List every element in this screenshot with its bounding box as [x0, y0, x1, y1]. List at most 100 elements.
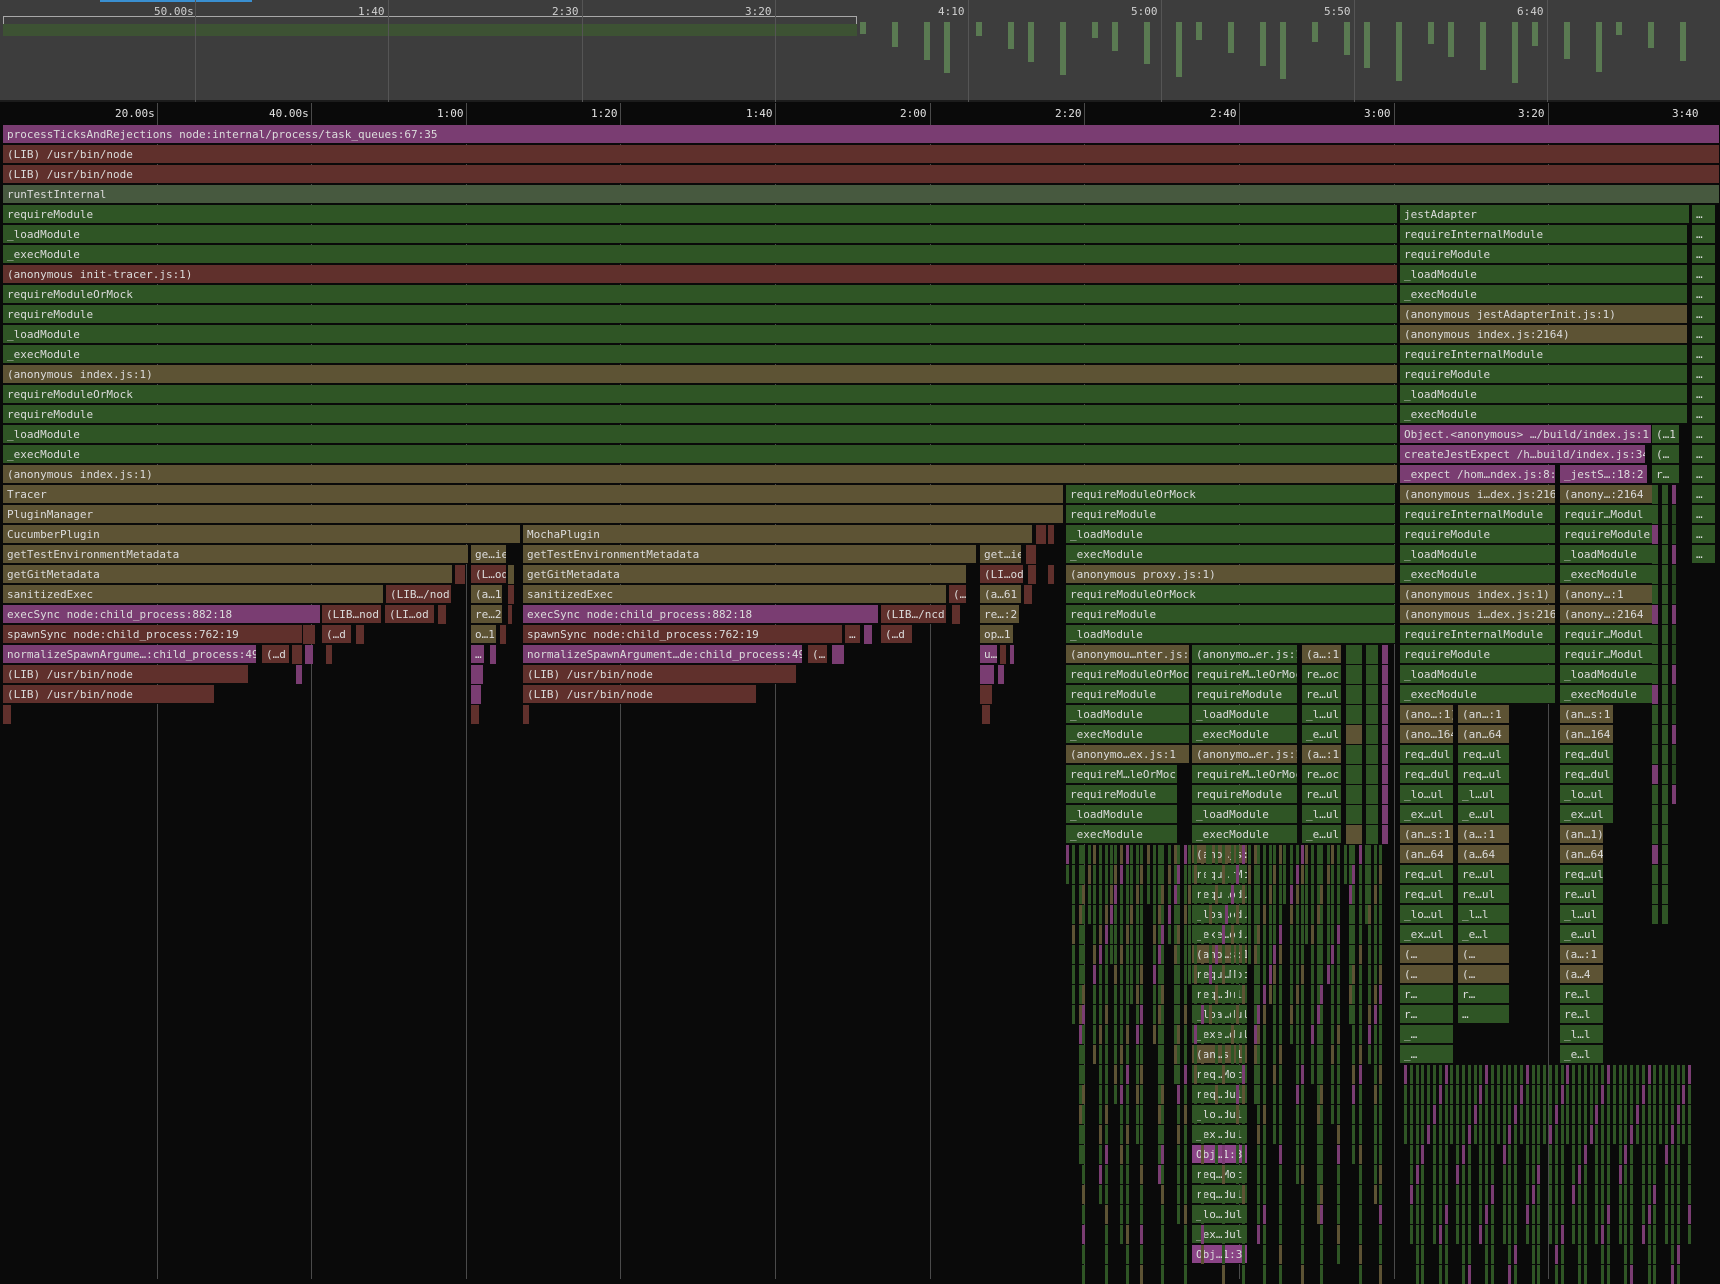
flame-frame-sliver[interactable] [1177, 885, 1180, 904]
flame-frame-sliver[interactable] [1665, 1125, 1668, 1144]
flame-frame-sliver[interactable] [1561, 1125, 1564, 1144]
flame-frame-sliver[interactable] [1242, 1105, 1245, 1124]
flame-frame-sliver[interactable] [1248, 885, 1251, 904]
flame-frame-sliver[interactable] [1093, 1005, 1096, 1024]
flame-frame-sliver[interactable] [1532, 1065, 1535, 1084]
flame-frame-sliver[interactable] [1374, 1145, 1377, 1164]
flame-frame-sliver[interactable] [1140, 885, 1143, 904]
flame-frame-sliver[interactable] [1662, 605, 1668, 624]
flame-frame-sliver[interactable] [1468, 1265, 1471, 1284]
flame-frame-sliver[interactable] [1359, 1265, 1362, 1284]
flame-frame-sliver[interactable] [1257, 845, 1260, 864]
flame-frame-sliver[interactable] [1209, 885, 1212, 904]
flame-frame-sliver[interactable] [1416, 1205, 1419, 1224]
flame-frame-sliver[interactable] [1161, 1085, 1164, 1104]
flame-frame-sliver[interactable] [1331, 865, 1334, 884]
flame-frame-sliver[interactable] [1201, 1245, 1204, 1264]
flame-frame[interactable]: u… [980, 645, 998, 664]
flame-frame-sliver[interactable] [1301, 1065, 1304, 1084]
flame-frame-sliver[interactable] [1184, 925, 1187, 944]
flame-frame-sliver[interactable] [1462, 1165, 1465, 1184]
flame-frame-sliver[interactable] [1346, 705, 1362, 724]
flame-frame-sliver[interactable] [1379, 1125, 1382, 1144]
flame-frame-sliver[interactable] [1263, 985, 1266, 1004]
flame-frame-sliver[interactable] [1416, 1185, 1419, 1204]
flame-frame[interactable]: _execModule [1560, 685, 1658, 704]
flame-frame-sliver[interactable] [1110, 845, 1113, 864]
flame-frame-sliver[interactable] [1161, 1065, 1164, 1084]
flame-frame-sliver[interactable] [1520, 1105, 1523, 1124]
flame-frame-sliver[interactable] [1379, 925, 1382, 944]
flame-frame[interactable]: normalizeSpawnArgument…de:child_process:… [523, 645, 803, 664]
flame-frame-sliver[interactable] [1421, 1165, 1424, 1184]
flame-frame-sliver[interactable] [1301, 1165, 1304, 1184]
flame-frame-sliver[interactable] [1652, 865, 1658, 884]
flame-frame[interactable]: (a…:1 [1560, 945, 1604, 964]
flame-frame[interactable]: (LI…od [385, 605, 435, 624]
flame-frame-sliver[interactable] [1305, 865, 1308, 884]
flame-frame-sliver[interactable] [1561, 1185, 1564, 1204]
flame-frame-sliver[interactable] [1468, 1125, 1471, 1144]
flame-frame-sliver[interactable] [1346, 825, 1362, 844]
flame-frame-sliver[interactable] [1508, 1245, 1511, 1264]
flame-frame-sliver[interactable] [1537, 1165, 1540, 1184]
flame-frame[interactable]: requir…Modul [1560, 505, 1658, 524]
flame-frame-sliver[interactable] [1301, 1145, 1304, 1164]
flame-frame-sliver[interactable] [1201, 885, 1204, 904]
flame-frame-sliver[interactable] [1036, 525, 1046, 544]
flame-frame-sliver[interactable] [1222, 1105, 1225, 1124]
flame-frame-sliver[interactable] [1105, 1105, 1108, 1124]
flame-frame-sliver[interactable] [1105, 905, 1108, 924]
flame-frame-sliver[interactable] [1677, 1185, 1680, 1204]
flame-frame-sliver[interactable] [1215, 885, 1218, 904]
flame-frame-sliver[interactable] [1379, 1245, 1382, 1264]
flame-frame[interactable]: (anonymous proxy.js:1) [1066, 565, 1396, 584]
flame-frame-sliver[interactable] [1359, 1165, 1362, 1184]
flame-frame-sliver[interactable] [1305, 845, 1308, 864]
flame-frame-sliver[interactable] [1296, 1165, 1299, 1184]
flame-frame-sliver[interactable] [1263, 1105, 1266, 1124]
flame-frame-sliver[interactable] [1537, 1085, 1540, 1104]
flame-frame-sliver[interactable] [1421, 1185, 1424, 1204]
flame-frame-sliver[interactable] [1147, 865, 1150, 884]
flame-frame-sliver[interactable] [1503, 1085, 1506, 1104]
flame-frame[interactable]: … [1692, 205, 1716, 224]
flame-frame-sliver[interactable] [1257, 1065, 1260, 1084]
flame-frame-sliver[interactable] [1659, 1105, 1662, 1124]
flame-frame-sliver[interactable] [1601, 1165, 1604, 1184]
flame-frame-sliver[interactable] [1257, 1145, 1260, 1164]
flame-frame-sliver[interactable] [1359, 1145, 1362, 1164]
flame-frame-sliver[interactable] [1665, 1105, 1668, 1124]
flame-frame[interactable]: requireM…leOrMoc [1192, 765, 1298, 784]
flame-frame-sliver[interactable] [1672, 665, 1676, 684]
flame-frame-sliver[interactable] [1320, 1005, 1323, 1024]
flame-frame-sliver[interactable] [1555, 1065, 1558, 1084]
flame-frame-sliver[interactable] [1140, 965, 1143, 984]
flame-frame-sliver[interactable] [1337, 905, 1340, 924]
flame-frame-sliver[interactable] [1630, 1145, 1633, 1164]
flame-frame[interactable]: _execModule [1066, 545, 1396, 564]
flame-frame-sliver[interactable] [1177, 1065, 1180, 1084]
flame-frame[interactable]: runTestInternal [3, 185, 1720, 204]
flame-frame-sliver[interactable] [500, 625, 506, 644]
flame-frame-sliver[interactable] [1662, 725, 1668, 744]
flame-frame-sliver[interactable] [1201, 865, 1204, 884]
flame-frame-sliver[interactable] [1099, 845, 1102, 864]
flame-frame-sliver[interactable] [1140, 985, 1143, 1004]
flame-frame-sliver[interactable] [1359, 1225, 1362, 1244]
flame-frame-sliver[interactable] [1374, 1085, 1377, 1104]
flame-frame-sliver[interactable] [1630, 1265, 1633, 1284]
flame-frame[interactable]: (… [949, 585, 967, 604]
flame-frame-sliver[interactable] [471, 665, 483, 684]
flame-frame-sliver[interactable] [1366, 705, 1378, 724]
flame-frame-sliver[interactable] [1642, 1145, 1645, 1164]
flame-frame-sliver[interactable] [1561, 1085, 1564, 1104]
flame-frame[interactable]: … [1692, 385, 1716, 404]
flame-frame-sliver[interactable] [1301, 905, 1304, 924]
flame-frame-sliver[interactable] [1327, 965, 1330, 984]
flame-frame-sliver[interactable] [1421, 1245, 1424, 1264]
flame-frame-sliver[interactable] [1153, 945, 1156, 964]
flame-frame-sliver[interactable] [1194, 885, 1197, 904]
flame-frame-sliver[interactable] [1105, 965, 1108, 984]
flame-frame[interactable]: _loadModule [1192, 805, 1298, 824]
